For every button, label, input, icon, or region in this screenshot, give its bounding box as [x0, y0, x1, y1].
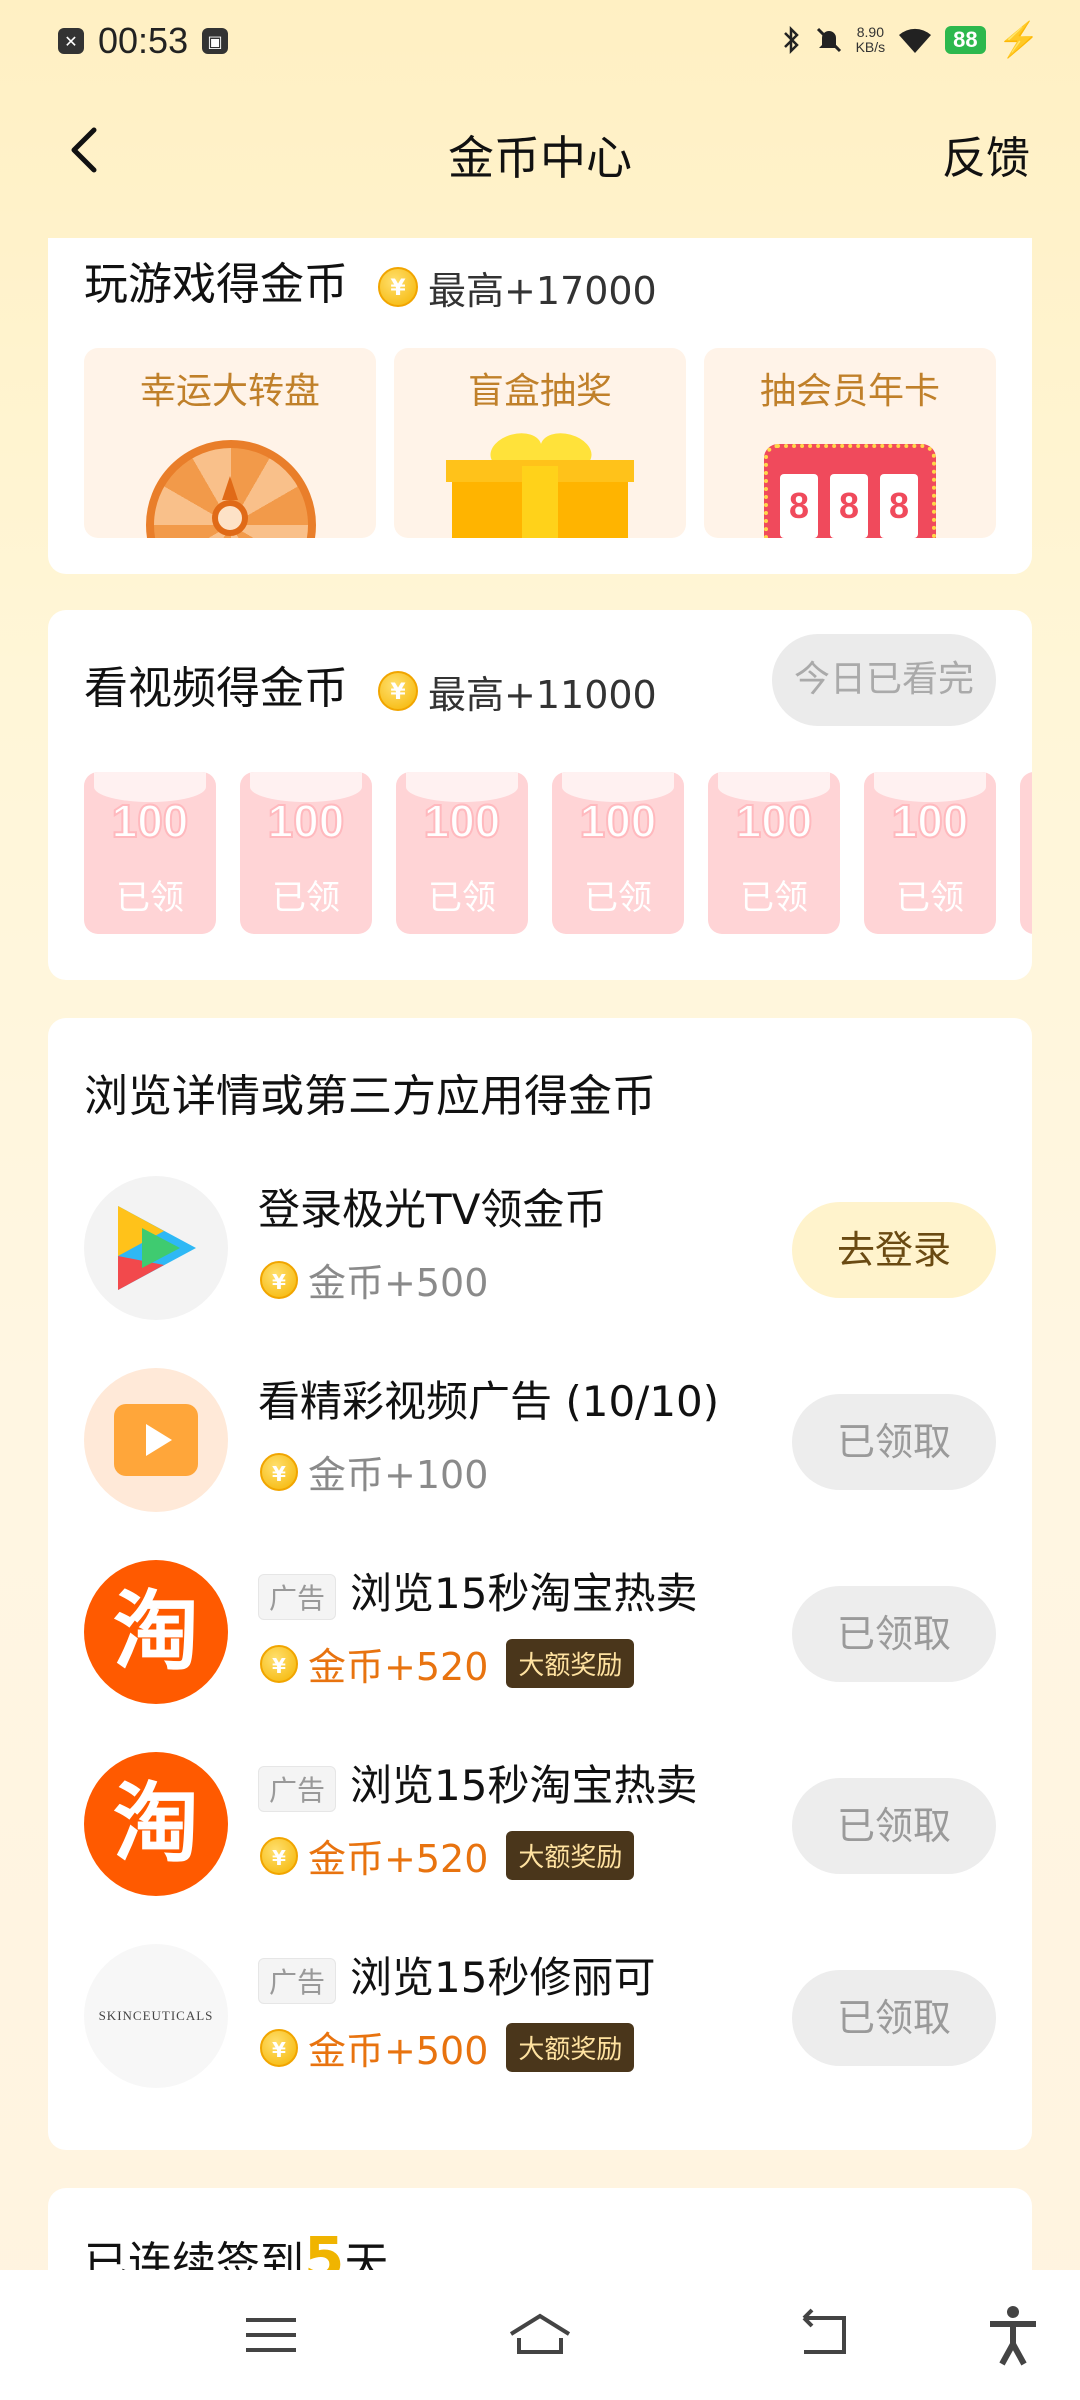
task-row: SKINCEUTICALS 广告 浏览15秒修丽可 ¥ 金币+500 大额奖励 已领取 — [48, 1934, 1032, 2088]
coin-icon: ¥ — [260, 1644, 298, 1683]
task-reward: ¥ 金币+520 大额奖励 — [260, 1828, 635, 1883]
task-action-button[interactable]: 去登录 — [792, 1202, 996, 1298]
taobao-icon[interactable]: 淘 — [84, 1560, 228, 1704]
game-label: 抽会员年卡 — [759, 371, 940, 412]
video-play-icon[interactable] — [84, 1368, 228, 1512]
header: 金币中心 反馈 — [0, 110, 1080, 190]
lucky-wheel-tile[interactable]: 幸运大转盘 — [84, 348, 376, 538]
envelope-value: 100 — [267, 794, 346, 848]
page-title: 金币中心 — [448, 131, 632, 185]
coin-icon: ¥ — [260, 2028, 298, 2067]
coin-icon: ¥ — [260, 1260, 298, 1299]
bluetooth-icon — [783, 25, 799, 55]
big-reward-badge: 大额奖励 — [506, 2023, 635, 2072]
mute-bell-icon — [816, 27, 841, 53]
notification-app-icon: ▣ — [202, 28, 229, 54]
red-envelope[interactable]: 100 已领 — [864, 772, 996, 934]
task-title[interactable]: 广告 浏览15秒修丽可 — [258, 1944, 655, 2005]
envelope-row: 100 已领 100 已领 100 已领 100 已领 100 已领 100 已领 — [48, 610, 1032, 980]
video-card: 看视频得金币 ¥ 最高+11000 今日已看完 100 已领 100 已领 100 已领 10… — [48, 610, 1032, 980]
task-action-button[interactable]: 已领取 — [792, 1778, 996, 1874]
menu-icon[interactable] — [236, 2300, 306, 2370]
task-title[interactable]: 广告 浏览15秒淘宝热卖 — [258, 1752, 697, 1813]
charging-icon: ⚡ — [997, 21, 1040, 59]
task-action-button[interactable]: 已领取 — [792, 1586, 996, 1682]
wifi-icon — [899, 28, 932, 53]
status-bar: ✕ 00:53 ▣ 8.90 KB/s 88 ⚡ — [0, 0, 1080, 84]
big-reward-badge: 大额奖励 — [506, 1831, 635, 1880]
task-title[interactable]: 广告 浏览15秒淘宝热卖 — [258, 1560, 697, 1621]
envelope-label: 已领 — [896, 878, 964, 918]
reward-amount: 金币+100 — [308, 1453, 489, 1497]
red-envelope-partial[interactable] — [1020, 772, 1032, 934]
games-section-title: 玩游戏得金币 ¥ 最高+17000 — [84, 259, 657, 313]
envelope-value: 100 — [111, 794, 190, 848]
task-row: 淘广告 浏览15秒淘宝热卖 ¥ 金币+520 大额奖励 已领取 — [48, 1550, 1032, 1704]
task-reward: ¥ 金币+100 — [260, 1444, 488, 1499]
skinceuticals-icon[interactable]: SKINCEUTICALS — [84, 1944, 228, 2088]
task-reward: ¥ 金币+520 大额奖励 — [260, 1636, 635, 1691]
reward-amount: 金币+520 — [308, 1645, 489, 1689]
taobao-icon[interactable]: 淘 — [84, 1752, 228, 1896]
member-card-tile[interactable]: 抽会员年卡 8 8 8 — [704, 348, 996, 538]
red-envelope[interactable]: 100 已领 — [240, 772, 372, 934]
ad-tag: 广告 — [258, 1573, 337, 1620]
feedback-button[interactable]: 反馈 — [942, 122, 1030, 186]
home-icon[interactable] — [505, 2300, 575, 2370]
task-row: 看精彩视频广告 (10/10) ¥ 金币+100 已领取 — [48, 1358, 1032, 1512]
accessibility-icon[interactable] — [978, 2300, 1048, 2370]
reward-amount: 金币+520 — [308, 1837, 489, 1881]
red-envelope[interactable]: 100 已领 — [396, 772, 528, 934]
ad-tag: 广告 — [258, 1957, 337, 2004]
status-time: 00:53 — [98, 20, 189, 61]
net-speed: 8.90 KB/s — [855, 24, 886, 55]
games-card: 玩游戏得金币 ¥ 最高+17000 幸运大转盘 盲盒抽奖 抽会员年卡 8 8 8 — [48, 238, 1032, 574]
task-action-button[interactable]: 已领取 — [792, 1970, 996, 2066]
big-reward-badge: 大额奖励 — [506, 1639, 635, 1688]
ad-tag: 广告 — [258, 1765, 337, 1812]
browse-card: 浏览详情或第三方应用得金币 登录极光TV领金币 ¥ 金币+500 去登录看精彩视频广告… — [48, 1018, 1032, 2150]
envelope-value: 100 — [735, 794, 814, 848]
red-envelope[interactable]: 100 已领 — [84, 772, 216, 934]
envelope-value: 100 — [579, 794, 658, 848]
blind-box-tile[interactable]: 盲盒抽奖 — [394, 348, 686, 538]
task-reward: ¥ 金币+500 大额奖励 — [260, 2020, 635, 2075]
red-envelope[interactable]: 100 已领 — [552, 772, 684, 934]
reward-amount: 金币+500 — [308, 2029, 489, 2073]
coin-icon: ¥ — [260, 1836, 298, 1875]
game-label: 幸运大转盘 — [139, 371, 320, 412]
red-envelope[interactable]: 100 已领 — [708, 772, 840, 934]
coin-icon: ¥ — [260, 1452, 298, 1491]
envelope-label: 已领 — [428, 878, 496, 918]
envelope-value: 100 — [423, 794, 502, 848]
back-icon[interactable] — [788, 2300, 858, 2370]
notification-close-icon: ✕ — [58, 28, 84, 54]
envelope-label: 已领 — [740, 878, 808, 918]
task-action-button[interactable]: 已领取 — [792, 1394, 996, 1490]
browse-section-title: 浏览详情或第三方应用得金币 — [84, 1071, 656, 1122]
task-row: 登录极光TV领金币 ¥ 金币+500 去登录 — [48, 1166, 1032, 1320]
system-nav-bar — [0, 2270, 1080, 2400]
coin-icon: ¥ — [378, 267, 418, 307]
game-label: 盲盒抽奖 — [467, 371, 612, 412]
jiguang-tv-icon[interactable] — [84, 1176, 228, 1320]
task-title[interactable]: 登录极光TV领金币 — [258, 1176, 606, 1237]
battery-level: 88 — [945, 26, 986, 54]
envelope-label: 已领 — [584, 878, 652, 918]
task-row: 淘广告 浏览15秒淘宝热卖 ¥ 金币+520 大额奖励 已领取 — [48, 1742, 1032, 1896]
envelope-label: 已领 — [272, 878, 340, 918]
slot-machine-icon: 8 8 8 — [764, 444, 936, 538]
reward-amount: 金币+500 — [308, 1261, 489, 1305]
task-reward: ¥ 金币+500 — [260, 1252, 488, 1307]
task-title[interactable]: 看精彩视频广告 (10/10) — [258, 1368, 719, 1429]
envelope-value: 100 — [891, 794, 970, 848]
envelope-label: 已领 — [116, 878, 184, 918]
